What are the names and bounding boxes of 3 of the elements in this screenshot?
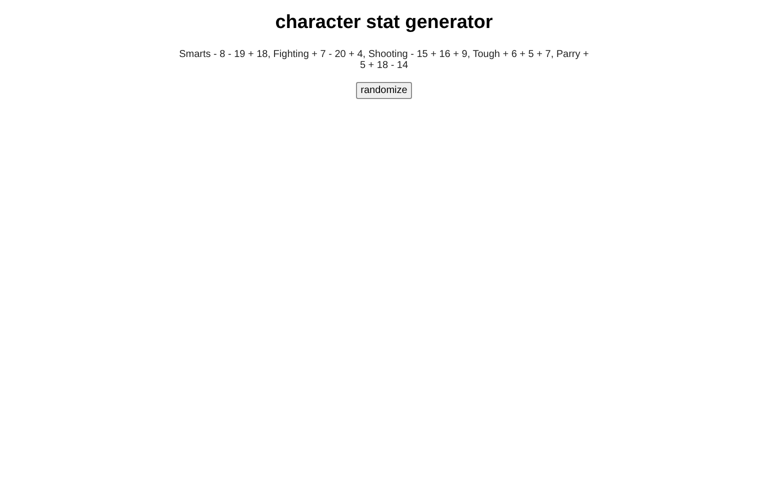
randomize-button[interactable]: randomize xyxy=(356,82,412,99)
stats-text: Smarts - 8 - 19 + 18, Fighting + 7 - 20 + 4, Shooting - 15 + 16 + 9, Tough + 6 + 5 + 7, Parry + 5 + 18 - 14 xyxy=(179,49,589,71)
page-title: character stat generator xyxy=(275,12,493,34)
